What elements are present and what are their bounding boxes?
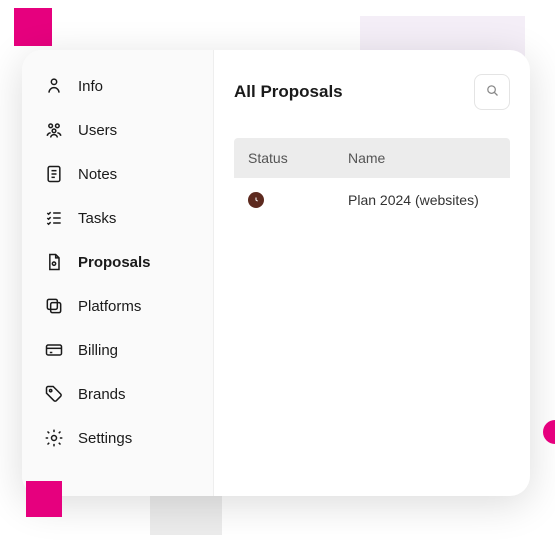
cell-name: Plan 2024 (websites) [348, 192, 496, 208]
decoration-square [14, 8, 52, 46]
cell-status [248, 192, 348, 208]
sidebar-item-label: Users [78, 122, 117, 139]
sidebar-item-label: Notes [78, 166, 117, 183]
main-header: All Proposals [234, 74, 510, 110]
sidebar-item-brands[interactable]: Brands [22, 372, 213, 416]
users-icon [44, 120, 64, 140]
sidebar-item-users[interactable]: Users [22, 108, 213, 152]
app-card: Info Users Notes Tasks Proposals [22, 50, 530, 496]
proposals-icon [44, 252, 64, 272]
decoration-circle [543, 420, 555, 444]
sidebar-item-platforms[interactable]: Platforms [22, 284, 213, 328]
sidebar-item-label: Brands [78, 386, 126, 403]
sidebar-item-tasks[interactable]: Tasks [22, 196, 213, 240]
sidebar-item-label: Tasks [78, 210, 116, 227]
sidebar-item-billing[interactable]: Billing [22, 328, 213, 372]
sidebar-item-label: Settings [78, 430, 132, 447]
settings-icon [44, 428, 64, 448]
platforms-icon [44, 296, 64, 316]
clock-icon [248, 192, 264, 208]
brands-icon [44, 384, 64, 404]
tasks-icon [44, 208, 64, 228]
sidebar-item-label: Info [78, 78, 103, 95]
search-icon [485, 83, 500, 101]
table-row[interactable]: Plan 2024 (websites) [234, 178, 510, 222]
sidebar-item-proposals[interactable]: Proposals [22, 240, 213, 284]
sidebar-item-settings[interactable]: Settings [22, 416, 213, 460]
sidebar: Info Users Notes Tasks Proposals [22, 50, 214, 496]
page-title: All Proposals [234, 82, 343, 102]
person-icon [44, 76, 64, 96]
decoration-square [26, 481, 62, 517]
column-header-name: Name [348, 150, 496, 166]
sidebar-item-label: Billing [78, 342, 118, 359]
table-header: Status Name [234, 138, 510, 178]
search-button[interactable] [474, 74, 510, 110]
sidebar-item-label: Proposals [78, 254, 151, 271]
main-content: All Proposals Status Name Plan 2024 (web… [214, 50, 530, 496]
sidebar-item-info[interactable]: Info [22, 64, 213, 108]
column-header-status: Status [248, 150, 348, 166]
billing-icon [44, 340, 64, 360]
sidebar-item-label: Platforms [78, 298, 141, 315]
notes-icon [44, 164, 64, 184]
sidebar-item-notes[interactable]: Notes [22, 152, 213, 196]
